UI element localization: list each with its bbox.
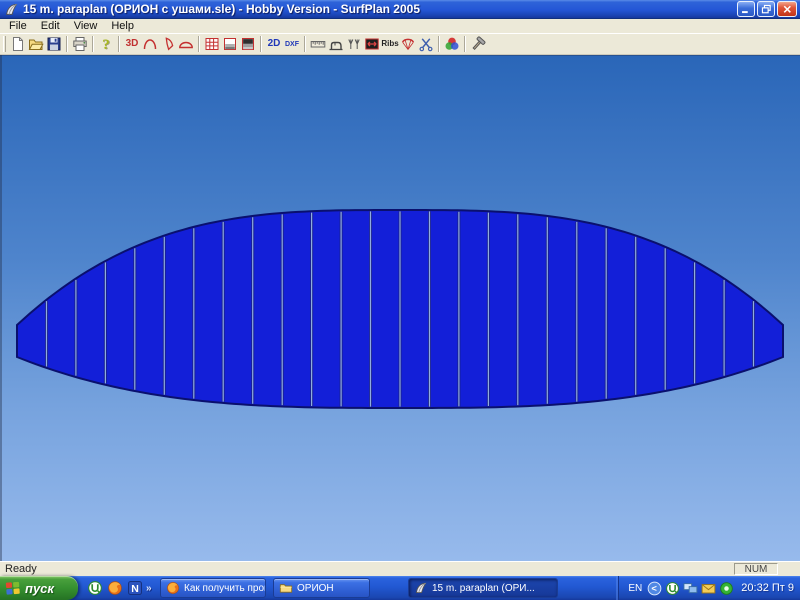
surfplan-window: 15 m. paraplan (ОРИОН с ушами.sle) - Hob… [0, 0, 800, 600]
menu-bar: FileEditViewHelp [0, 19, 800, 33]
window-controls [737, 1, 797, 17]
design-canvas[interactable] [0, 55, 800, 561]
window-title: 15 m. paraplan (ОРИОН с ушами.sle) - Hob… [23, 2, 420, 16]
taskbar-button-0[interactable]: Как получить проце... [160, 578, 266, 598]
toolbar-separator [92, 36, 94, 52]
toolbar: ?? 3D 2D DXF Ribs [0, 33, 800, 55]
tray-icons: < [647, 581, 734, 596]
status-message: Ready [5, 563, 37, 575]
tray-chevron-icon[interactable]: < [647, 581, 662, 596]
start-button[interactable]: пуск [0, 576, 78, 600]
toolbar-grip [3, 36, 6, 52]
system-tray: EN < 20:32 Пт 9 [618, 576, 800, 600]
toolbar-separator [118, 36, 120, 52]
quick-launch: N [87, 580, 143, 596]
view-3d-button[interactable]: 3D [123, 35, 141, 54]
panel-flag-button[interactable] [159, 35, 177, 54]
language-indicator[interactable]: EN [626, 582, 644, 595]
panel-dark-button[interactable] [239, 35, 257, 54]
taskbar-button-label: Как получить проце... [184, 583, 266, 594]
svg-text:<: < [652, 583, 658, 593]
toolbar-separator [260, 36, 262, 52]
minimize-button[interactable] [737, 1, 755, 17]
colors-button[interactable] [443, 35, 461, 54]
svg-text:N: N [131, 583, 139, 595]
new-button[interactable] [9, 35, 27, 54]
toolbar-separator [438, 36, 440, 52]
start-label: пуск [25, 581, 54, 596]
chevron-right-icon[interactable]: » [146, 583, 152, 594]
taskbar-button-label: 15 m. paraplan (ОРИ... [432, 583, 535, 594]
toolbar-separator [464, 36, 466, 52]
view-3d-icon: 3D [126, 39, 139, 49]
toolbar-separator [304, 36, 306, 52]
title-bar[interactable]: 15 m. paraplan (ОРИОН с ушами.sle) - Hob… [0, 0, 800, 19]
folder-icon [279, 581, 293, 595]
firefox-icon [166, 581, 180, 595]
arch-button[interactable] [141, 35, 159, 54]
print-button[interactable] [71, 35, 89, 54]
menu-edit[interactable]: Edit [34, 20, 67, 32]
app-icon [4, 2, 19, 17]
dome-button[interactable] [177, 35, 195, 54]
toolbar-separator [198, 36, 200, 52]
ribs-button[interactable]: Ribs [381, 35, 399, 54]
taskbar-button-1[interactable]: ОРИОН [273, 578, 370, 598]
ribs-icon: Ribs [381, 40, 398, 48]
utorrent-icon[interactable] [665, 581, 680, 596]
svg-text:?: ? [102, 37, 110, 52]
scissors-button[interactable] [417, 35, 435, 54]
status-bar: Ready NUM [0, 561, 800, 576]
wing-svg [0, 55, 800, 561]
restore-button[interactable] [757, 1, 775, 17]
span-box-button[interactable] [363, 35, 381, 54]
taskbar: пуск N » Как получить проце... ОРИОН 15 m.… [0, 576, 800, 600]
windows-flag-icon [5, 580, 21, 596]
bridle-lines-button[interactable] [345, 35, 363, 54]
view-2d-button[interactable]: 2D [265, 35, 283, 54]
firefox-icon[interactable] [107, 580, 123, 596]
menu-view[interactable]: View [67, 20, 105, 32]
panel-light-button[interactable] [221, 35, 239, 54]
utorrent-icon[interactable] [87, 580, 103, 596]
mail-icon[interactable] [701, 581, 716, 596]
grid-button[interactable] [203, 35, 221, 54]
icq-icon[interactable] [719, 581, 734, 596]
toolbar-separator [66, 36, 68, 52]
taskbar-button-label: ОРИОН [297, 583, 334, 594]
view-2d-icon: 2D [268, 39, 281, 49]
display-icon[interactable] [683, 581, 698, 596]
clock: 20:32 Пт 9 [741, 582, 794, 594]
bridle-arch-button[interactable] [399, 35, 417, 54]
menu-help[interactable]: Help [104, 20, 141, 32]
taskbar-button-2[interactable]: 15 m. paraplan (ОРИ... [408, 578, 558, 598]
save-button[interactable] [45, 35, 63, 54]
plotter-button[interactable] [327, 35, 345, 54]
tools-button[interactable] [469, 35, 487, 54]
surfplan-icon [414, 581, 428, 595]
close-button[interactable] [777, 1, 797, 17]
help-button[interactable]: ?? [97, 35, 115, 54]
dxf-icon: DXF [285, 41, 299, 48]
n-app-icon[interactable]: N [127, 580, 143, 596]
num-indicator: NUM [734, 563, 778, 575]
open-button[interactable] [27, 35, 45, 54]
ruler-button[interactable] [309, 35, 327, 54]
dxf-button[interactable]: DXF [283, 35, 301, 54]
menu-file[interactable]: File [2, 20, 34, 32]
